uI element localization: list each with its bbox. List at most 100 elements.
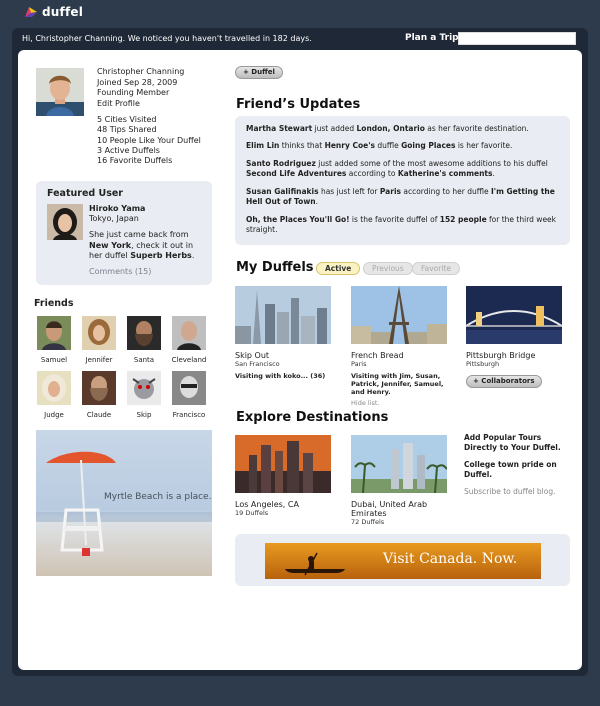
duffel-card-skip-out[interactable]: Skip Out San Francisco Visiting with kok…	[235, 286, 331, 380]
beach-image	[36, 430, 212, 576]
friend-avatar	[127, 316, 161, 350]
profile-joined: Joined Sep 28, 2009	[97, 77, 178, 87]
featured-comments-link[interactable]: Comments (15)	[89, 267, 151, 276]
friend-francisco[interactable]: Francisco	[168, 371, 210, 419]
duffel-title[interactable]: French Bread	[351, 351, 447, 360]
stat-item[interactable]: 10 People Like Your Duffel	[97, 136, 201, 146]
friend-name: Claude	[86, 411, 112, 419]
explore-destinations-title: Explore Destinations	[236, 410, 389, 425]
friends-updates-title: Friend’s Updates	[236, 97, 361, 112]
dubai-image	[351, 435, 448, 494]
duffel-title[interactable]: Pittsburgh Bridge	[466, 351, 562, 360]
friend-jennifer[interactable]: Jennifer	[78, 316, 120, 364]
friend-name: Francisco	[172, 411, 206, 419]
profile-name: Christopher Channing	[97, 67, 185, 76]
friend-name: Jennifer	[85, 356, 113, 364]
featured-user-name[interactable]: Hiroko Yama	[89, 204, 145, 213]
edit-profile-link[interactable]: Edit Profile	[97, 99, 184, 110]
canada-ad-box: Visit Canada. Now.	[235, 534, 570, 586]
stat-item[interactable]: 3 Active Duffels	[97, 146, 201, 156]
duffel-card-pittsburgh-bridge[interactable]: Pittsburgh Bridge Pittsburgh + Collabora…	[465, 286, 563, 388]
update-item: Susan Galifinakis has just left for Pari…	[246, 187, 555, 206]
friend-avatar	[82, 316, 116, 350]
friends-updates-box: Martha Stewart just added London, Ontari…	[235, 116, 570, 245]
pittsburgh-image	[465, 286, 563, 344]
destination-title[interactable]: Los Angeles, CA	[235, 500, 331, 509]
beach-ad-text: Myrtle Beach is a place.	[104, 492, 212, 502]
friend-avatar	[172, 371, 206, 405]
duffel-city: Pittsburgh	[466, 360, 500, 368]
destination-count: 72 Duffels	[351, 518, 385, 526]
duffel-visiting[interactable]: Visiting with koko... (36)	[235, 372, 331, 380]
featured-title: Featured User	[47, 188, 123, 199]
friend-name: Cleveland	[171, 356, 207, 364]
friend-avatar	[172, 316, 206, 350]
college-town-promo[interactable]: College town pride on Duffel.	[464, 460, 574, 480]
update-item: Oh, the Places You'll Go! is the favorit…	[246, 215, 557, 234]
friend-name: Santa	[133, 356, 155, 364]
logo[interactable]: duffel	[24, 5, 83, 19]
friend-cleveland[interactable]: Cleveland	[168, 316, 210, 364]
san-francisco-image	[235, 286, 331, 344]
featured-user-avatar[interactable]	[47, 204, 83, 240]
destination-count: 19 Duffels	[235, 509, 269, 517]
add-collaborators-button[interactable]: + Collaborators	[466, 375, 542, 388]
duffel-title[interactable]: Skip Out	[235, 351, 331, 360]
greeting-bar: Hi, Christopher Channing. We noticed you…	[12, 28, 588, 50]
main-shell: Hi, Christopher Channing. We noticed you…	[12, 28, 588, 676]
visit-canada-ad[interactable]: Visit Canada. Now.	[265, 543, 541, 579]
profile-stats: 5 Cities Visited 48 Tips Shared 10 Peopl…	[97, 115, 201, 166]
stat-item[interactable]: 16 Favorite Duffels	[97, 156, 201, 166]
friend-judge[interactable]: Judge	[33, 371, 75, 419]
update-item: Elim Lin thinks that Henry Coe's duffle …	[246, 141, 513, 150]
add-duffel-button[interactable]: + Duffel	[235, 66, 283, 79]
friend-name: Judge	[44, 411, 64, 419]
tab-active[interactable]: Active	[316, 262, 361, 275]
subscribe-blog-link[interactable]: Subscribe to duffel blog.	[464, 487, 556, 496]
friend-name: Samuel	[40, 356, 68, 364]
tab-previous[interactable]: Previous	[363, 262, 413, 275]
friend-avatar	[127, 371, 161, 405]
paris-image	[351, 286, 447, 344]
duffel-card-french-bread[interactable]: French Bread Paris Visiting with Jim, Su…	[351, 286, 447, 407]
friend-avatar	[82, 371, 116, 405]
friend-santa[interactable]: Santa	[123, 316, 165, 364]
featured-city-link[interactable]: New York	[89, 241, 131, 250]
destination-los-angeles[interactable]: Los Angeles, CA 19 Duffels	[235, 435, 331, 517]
update-item: Martha Stewart just added London, Ontari…	[246, 124, 529, 133]
stat-item[interactable]: 5 Cities Visited	[97, 115, 201, 125]
duffel-visiting[interactable]: Visiting with Jim, Susan, Patrick, Jenni…	[351, 372, 447, 396]
featured-user-location: Tokyo, Japan	[89, 214, 139, 223]
duffel-city: Paris	[351, 360, 367, 368]
popular-tours-promo[interactable]: Add Popular Tours Directly to Your Duffe…	[464, 433, 574, 453]
my-duffels-title: My Duffels	[236, 260, 314, 275]
los-angeles-image	[235, 435, 331, 493]
friend-claude[interactable]: Claude	[78, 371, 120, 419]
destination-title[interactable]: Dubai, United Arab Emirates	[351, 500, 447, 518]
duffel-logo-icon	[25, 7, 37, 17]
featured-user-text: She just came back from New York, check …	[89, 230, 195, 260]
friends-title: Friends	[34, 298, 74, 309]
hide-list-link[interactable]: Hide list.	[351, 399, 447, 407]
friend-avatar	[37, 371, 71, 405]
friend-avatar	[37, 316, 71, 350]
stat-item[interactable]: 48 Tips Shared	[97, 125, 201, 135]
app-name: duffel	[42, 5, 84, 19]
profile-membership: Founding Member	[97, 88, 170, 97]
friend-name: Skip	[136, 411, 152, 419]
greeting-text: Hi, Christopher Channing. We noticed you…	[22, 34, 312, 43]
tab-favorite[interactable]: Favorite	[412, 262, 460, 275]
friend-skip[interactable]: Skip	[123, 371, 165, 419]
featured-duffel-link[interactable]: Superb Herbs	[130, 251, 192, 260]
destination-dubai[interactable]: Dubai, United Arab Emirates 72 Duffels	[351, 435, 448, 526]
profile-info: Christopher Channing Joined Sep 28, 2009…	[97, 67, 184, 109]
canada-ad-text: Visit Canada. Now.	[383, 551, 518, 567]
featured-user-box: Featured User Hiroko Yama Tokyo, Japan S…	[36, 181, 212, 285]
top-bar: duffel	[0, 0, 600, 26]
myrtle-beach-ad[interactable]: Myrtle Beach is a place.	[36, 430, 212, 576]
duffel-city: San Francisco	[235, 360, 280, 368]
plan-trip-label: Plan a Trip	[405, 33, 459, 43]
profile-avatar[interactable]	[36, 68, 84, 116]
friend-samuel[interactable]: Samuel	[33, 316, 75, 364]
plan-trip-input[interactable]	[458, 32, 576, 45]
